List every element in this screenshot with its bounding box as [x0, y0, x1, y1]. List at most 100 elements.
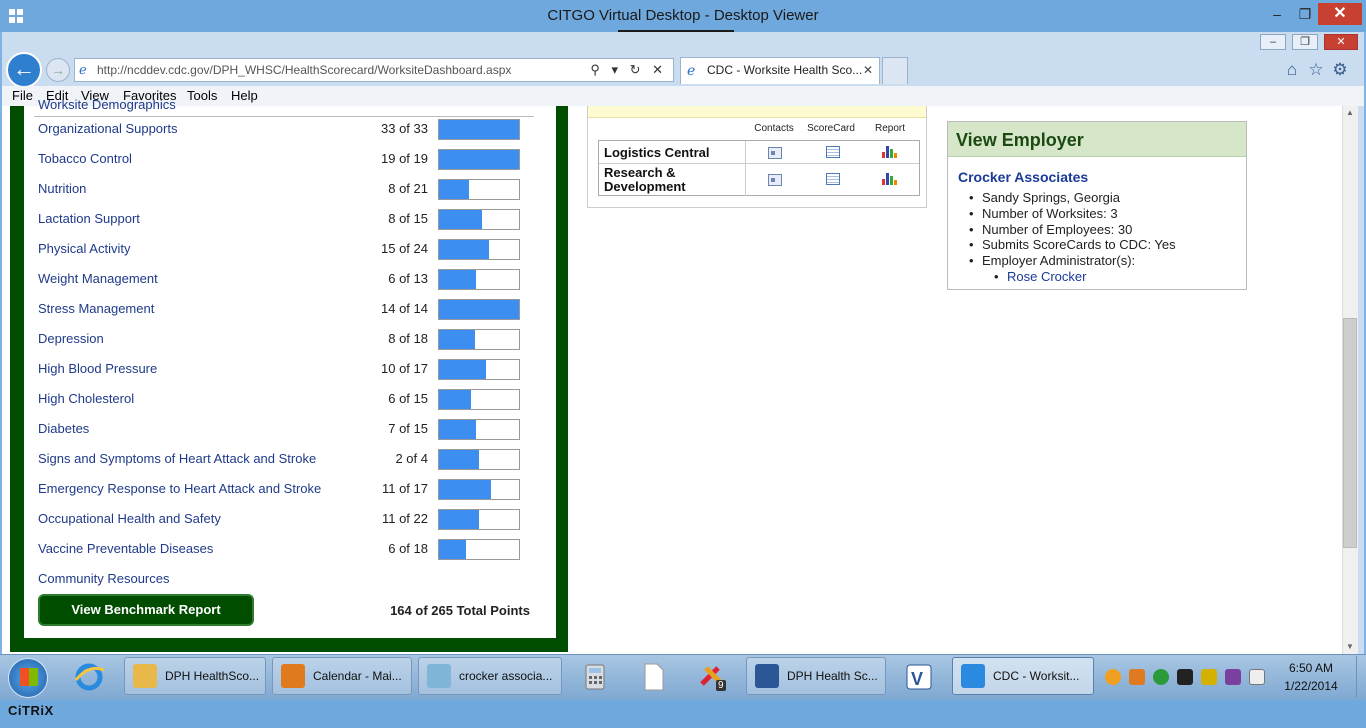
- tray-volume-icon[interactable]: [1249, 669, 1265, 685]
- home-icon[interactable]: ⌂: [1282, 60, 1302, 80]
- taskbar-item[interactable]: DPH HealthSco...: [124, 657, 266, 695]
- start-button[interactable]: [8, 658, 48, 698]
- taskbar-item-label: crocker associa...: [459, 669, 553, 683]
- scorecard-icon[interactable]: [826, 146, 840, 158]
- score-row-label[interactable]: Lactation Support: [38, 211, 140, 226]
- forward-button[interactable]: →: [46, 58, 70, 82]
- folder-icon: [133, 664, 157, 688]
- clock-time[interactable]: 6:50 AM: [1282, 661, 1340, 675]
- score-row-label[interactable]: Occupational Health and Safety: [38, 511, 221, 526]
- score-progress-fill: [439, 330, 475, 349]
- scrollbar-thumb[interactable]: [1343, 318, 1357, 548]
- score-progress-bar: [438, 479, 520, 500]
- score-progress-bar: [438, 419, 520, 440]
- show-desktop-button[interactable]: [1356, 656, 1366, 698]
- star-icon[interactable]: ☆: [1306, 60, 1326, 80]
- browser-minimize-button[interactable]: ‒: [1260, 34, 1286, 50]
- worksite-name[interactable]: Logistics Central: [604, 146, 709, 160]
- employer-location: Sandy Springs, Georgia: [969, 190, 1120, 205]
- menu-help[interactable]: Help: [231, 88, 258, 103]
- visio-icon[interactable]: V: [902, 660, 936, 694]
- tab-cdc-worksite[interactable]: ℯ CDC - Worksite Health Sco... ✕: [680, 57, 880, 84]
- calculator-icon[interactable]: [578, 660, 612, 694]
- worksite-name[interactable]: Research & Development: [604, 166, 739, 194]
- column-divider: [745, 141, 746, 163]
- score-progress-fill: [439, 120, 519, 139]
- scorecard-icon[interactable]: [826, 173, 840, 185]
- score-progress-fill: [439, 240, 489, 259]
- score-row-label[interactable]: Signs and Symptoms of Heart Attack and S…: [38, 451, 316, 466]
- score-row-label[interactable]: Physical Activity: [38, 241, 130, 256]
- employer-name-link[interactable]: Crocker Associates: [958, 169, 1088, 185]
- ie-tab-icon: ℯ: [687, 62, 696, 78]
- score-row-label[interactable]: Community Resources: [38, 571, 170, 586]
- tray-network-icon[interactable]: [1201, 669, 1217, 685]
- browser-restore-button[interactable]: ❐: [1292, 34, 1318, 50]
- view-benchmark-report-button[interactable]: View Benchmark Report: [38, 594, 254, 626]
- score-progress-bar: [438, 299, 520, 320]
- score-row-count: 8 of 15: [388, 211, 428, 226]
- contacts-icon[interactable]: [768, 147, 782, 159]
- citrix-minimize-button[interactable]: ‒: [1262, 3, 1292, 25]
- tray-update-icon[interactable]: [1105, 669, 1121, 685]
- address-tools[interactable]: ⚲ ▾ ↻ ✕: [590, 59, 667, 81]
- citrix-restore-button[interactable]: ❐: [1290, 3, 1320, 25]
- report-icon[interactable]: [882, 146, 897, 158]
- score-row-label[interactable]: Depression: [38, 331, 104, 346]
- report-icon[interactable]: [882, 173, 897, 185]
- total-points: 164 of 265 Total Points: [390, 603, 530, 618]
- scroll-down-icon[interactable]: ▼: [1343, 640, 1357, 654]
- back-button[interactable]: ←: [6, 52, 42, 88]
- score-row-label[interactable]: High Cholesterol: [38, 391, 134, 406]
- score-progress-bar: [438, 449, 520, 470]
- taskbar-item[interactable]: crocker associa...: [418, 657, 562, 695]
- browser-close-button[interactable]: ✕: [1324, 34, 1358, 50]
- menu-tools[interactable]: Tools: [187, 88, 217, 103]
- scroll-up-icon[interactable]: ▲: [1343, 106, 1357, 120]
- ie-page-icon: ℯ: [79, 62, 87, 77]
- score-progress-fill: [439, 480, 491, 499]
- score-progress-fill: [439, 210, 482, 229]
- tab-close-icon[interactable]: ✕: [863, 58, 873, 83]
- word-icon: [755, 664, 779, 688]
- contacts-icon[interactable]: [768, 174, 782, 186]
- tray-outlook-icon[interactable]: [1129, 669, 1145, 685]
- employer-admin-link[interactable]: Rose Crocker: [994, 269, 1087, 284]
- employer-employees: Number of Employees: 30: [969, 222, 1132, 237]
- score-row-count: 10 of 17: [381, 361, 428, 376]
- tray-sync-icon[interactable]: [1153, 669, 1169, 685]
- score-progress-fill: [439, 180, 469, 199]
- score-progress-bar: [438, 119, 520, 140]
- blank-document-icon[interactable]: [636, 660, 670, 694]
- clock-date[interactable]: 1/22/2014: [1274, 679, 1348, 693]
- score-row-label[interactable]: Emergency Response to Heart Attack and S…: [38, 481, 321, 496]
- citrix-close-button[interactable]: ✕: [1318, 3, 1362, 25]
- score-row-label[interactable]: Organizational Supports: [38, 121, 177, 136]
- score-progress-fill: [439, 270, 476, 289]
- address-bar[interactable]: ℯ http://ncddev.cdc.gov/DPH_WHSC/HealthS…: [74, 58, 674, 82]
- section-title[interactable]: Worksite Demographics: [38, 97, 176, 112]
- taskbar-item[interactable]: DPH Health Sc...: [746, 657, 886, 695]
- tray-citrix-icon[interactable]: [1177, 669, 1193, 685]
- citrix-titlebar: CITGO Virtual Desktop - Desktop Viewer ‒…: [0, 0, 1366, 32]
- taskbar-item[interactable]: Calendar - Mai...: [272, 657, 412, 695]
- score-row-count: 8 of 18: [388, 331, 428, 346]
- tray-onenote-icon[interactable]: [1225, 669, 1241, 685]
- score-row-count: 2 of 4: [395, 451, 428, 466]
- tools-badge-icon[interactable]: 9: [696, 660, 730, 694]
- gear-icon[interactable]: ⚙: [1330, 60, 1350, 80]
- score-row-label[interactable]: Stress Management: [38, 301, 154, 316]
- score-row-label[interactable]: Tobacco Control: [38, 151, 132, 166]
- taskbar-item[interactable]: CDC - Worksit...: [952, 657, 1094, 695]
- score-row-label[interactable]: Vaccine Preventable Diseases: [38, 541, 213, 556]
- score-row-label[interactable]: Nutrition: [38, 181, 86, 196]
- ie-pinned-icon[interactable]: [72, 660, 106, 694]
- score-row-label[interactable]: Diabetes: [38, 421, 89, 436]
- menu-file[interactable]: File: [12, 88, 33, 103]
- score-progress-bar: [438, 179, 520, 200]
- score-row-label[interactable]: High Blood Pressure: [38, 361, 157, 376]
- score-progress-fill: [439, 450, 479, 469]
- new-tab-button[interactable]: [882, 57, 908, 84]
- column-divider: [745, 164, 746, 196]
- score-row-label[interactable]: Weight Management: [38, 271, 158, 286]
